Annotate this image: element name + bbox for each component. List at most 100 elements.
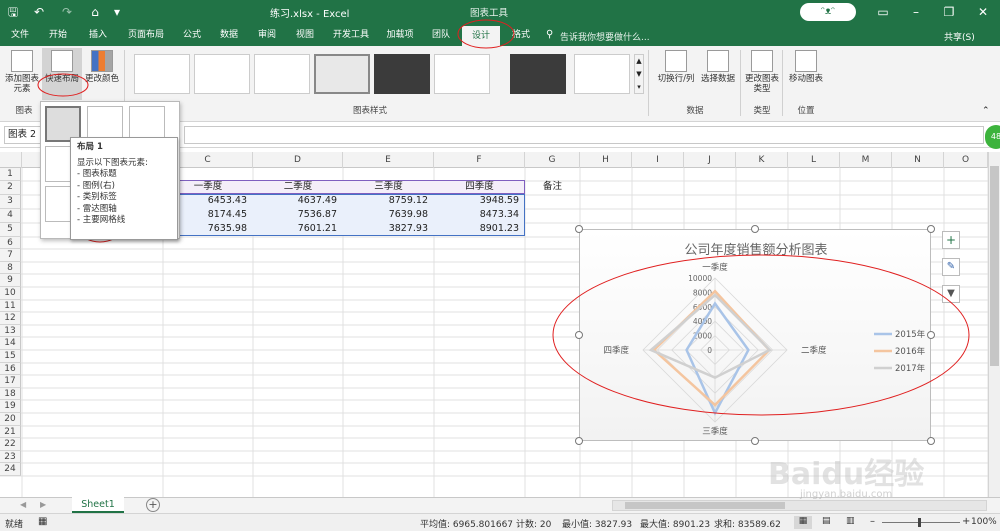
vertical-scroll-thumb[interactable] [990, 166, 999, 366]
zoom-out-icon[interactable]: – [870, 516, 875, 527]
column-header[interactable]: K [736, 152, 788, 168]
close-icon[interactable]: ✕ [972, 0, 994, 24]
sheet-tab-sheet1[interactable]: Sheet1 [72, 497, 124, 513]
ribbon-display-options-icon[interactable]: ▭ [872, 0, 894, 24]
chart-style-2[interactable] [194, 54, 250, 94]
row-header[interactable]: 21 [0, 426, 21, 438]
data-cell[interactable]: 3827.93 [343, 222, 434, 236]
chart-styles-brush-icon[interactable]: ✎ [942, 258, 960, 276]
resize-handle[interactable] [575, 225, 583, 233]
tab-home[interactable]: 开始 [40, 24, 76, 46]
row-header[interactable]: 6 [0, 237, 21, 249]
zoom-slider-thumb[interactable] [918, 518, 921, 527]
row-header[interactable]: 7 [0, 249, 21, 262]
vertical-scrollbar[interactable] [988, 152, 1000, 497]
resize-handle[interactable] [575, 437, 583, 445]
remark-cell[interactable]: 备注 [525, 180, 580, 194]
data-cell[interactable]: 7536.87 [253, 208, 343, 222]
legend-label[interactable]: 2015年 [895, 329, 926, 340]
prev-sheet-icon[interactable]: ◀ [20, 500, 26, 509]
row-header[interactable]: 10 [0, 287, 21, 300]
header-cell[interactable]: 四季度 [434, 180, 525, 194]
resize-handle[interactable] [751, 437, 759, 445]
legend-label[interactable]: 2016年 [895, 346, 926, 357]
column-header[interactable]: L [788, 152, 840, 168]
normal-view-icon[interactable]: ▦ [794, 516, 812, 529]
column-header[interactable]: J [684, 152, 736, 168]
select-all[interactable] [0, 152, 22, 168]
toolbox-icon[interactable]: ⌂ [86, 0, 104, 24]
row-header[interactable]: 24 [0, 463, 21, 476]
column-header[interactable]: F [434, 152, 525, 168]
column-header[interactable]: M [840, 152, 892, 168]
quick-layout-button[interactable]: 快速布局 [42, 48, 82, 100]
row-header[interactable]: 1 [0, 168, 21, 181]
row-header[interactable]: 9 [0, 274, 21, 287]
chart-style-6[interactable] [434, 54, 490, 94]
row-header[interactable]: 13 [0, 325, 21, 337]
customize-qat-icon[interactable]: ▾ [112, 0, 122, 24]
tab-design[interactable]: 设计 [462, 26, 500, 46]
next-sheet-icon[interactable]: ▶ [40, 500, 46, 509]
tab-team[interactable]: 团队 [424, 24, 458, 46]
resize-handle[interactable] [927, 225, 935, 233]
switch-row-column-button[interactable]: 切换行/列 [654, 50, 698, 84]
user-avatar[interactable]: ᵔᴥᵔ [800, 3, 856, 21]
chart-style-8[interactable] [574, 54, 630, 94]
row-header[interactable]: 15 [0, 350, 21, 363]
row-header[interactable]: 2 [0, 181, 21, 195]
row-header[interactable]: 23 [0, 451, 21, 463]
data-cell[interactable]: 8759.12 [343, 194, 434, 208]
page-layout-view-icon[interactable]: ▤ [822, 516, 831, 526]
chart-style-5[interactable] [374, 54, 430, 94]
chart-style-7[interactable] [510, 54, 566, 94]
new-sheet-icon[interactable]: + [146, 498, 160, 512]
column-header[interactable]: H [580, 152, 632, 168]
tab-formulas[interactable]: 公式 [176, 24, 208, 46]
data-cell[interactable]: 8473.34 [434, 208, 525, 222]
tell-me-box[interactable]: 告诉我你想要做什么... [560, 30, 650, 43]
data-cell[interactable]: 7601.21 [253, 222, 343, 236]
macro-record-icon[interactable]: ▦ [38, 516, 47, 527]
tab-insert[interactable]: 插入 [80, 24, 116, 46]
column-header[interactable]: G [525, 152, 580, 168]
data-cell[interactable]: 4637.49 [253, 194, 343, 208]
tab-data[interactable]: 数据 [212, 24, 246, 46]
header-cell[interactable]: 二季度 [253, 180, 343, 194]
styles-scroll[interactable]: ▲ ▼ ▾ [634, 54, 644, 94]
collapse-ribbon-icon[interactable]: ⌃ [982, 106, 990, 116]
data-cell[interactable]: 7639.98 [343, 208, 434, 222]
minimize-icon[interactable]: – [905, 0, 927, 24]
tab-file[interactable]: 文件 [4, 24, 36, 46]
chart-style-3[interactable] [254, 54, 310, 94]
page-break-view-icon[interactable]: ▥ [846, 516, 855, 526]
chart-filters-funnel-icon[interactable]: ▼ [942, 285, 960, 303]
formula-input[interactable] [184, 126, 984, 144]
header-cell[interactable]: 三季度 [343, 180, 434, 194]
horizontal-scroll-thumb[interactable] [625, 502, 785, 509]
select-data-button[interactable]: 选择数据 [700, 50, 736, 84]
row-header[interactable]: 18 [0, 388, 21, 400]
zoom-in-icon[interactable]: + [962, 516, 970, 527]
tab-format[interactable]: 格式 [504, 24, 538, 46]
column-header[interactable]: D [253, 152, 343, 168]
chart-style-1[interactable] [134, 54, 190, 94]
resize-handle[interactable] [927, 331, 935, 339]
move-chart-button[interactable]: 移动图表 [786, 50, 826, 84]
row-header[interactable]: 5 [0, 223, 21, 237]
row-header[interactable]: 12 [0, 312, 21, 325]
column-header[interactable]: E [343, 152, 434, 168]
share-button[interactable]: 共享(S) [944, 30, 975, 43]
zoom-slider[interactable] [882, 522, 960, 523]
change-colors-button[interactable]: 更改颜色 [84, 50, 120, 84]
row-header[interactable]: 11 [0, 300, 21, 312]
row-header[interactable]: 14 [0, 337, 21, 350]
radar-chart[interactable]: 公司年度销售额分析图表 10000 8000 6000 4000 2000 0 一季度 二季度… [579, 229, 931, 441]
legend-label[interactable]: 2017年 [895, 363, 926, 374]
redo-icon[interactable]: ↷ [58, 0, 76, 24]
row-header[interactable]: 8 [0, 262, 21, 274]
column-header[interactable]: O [944, 152, 988, 168]
column-header[interactable]: N [892, 152, 944, 168]
tab-review[interactable]: 审阅 [250, 24, 284, 46]
horizontal-scrollbar[interactable] [612, 500, 987, 511]
